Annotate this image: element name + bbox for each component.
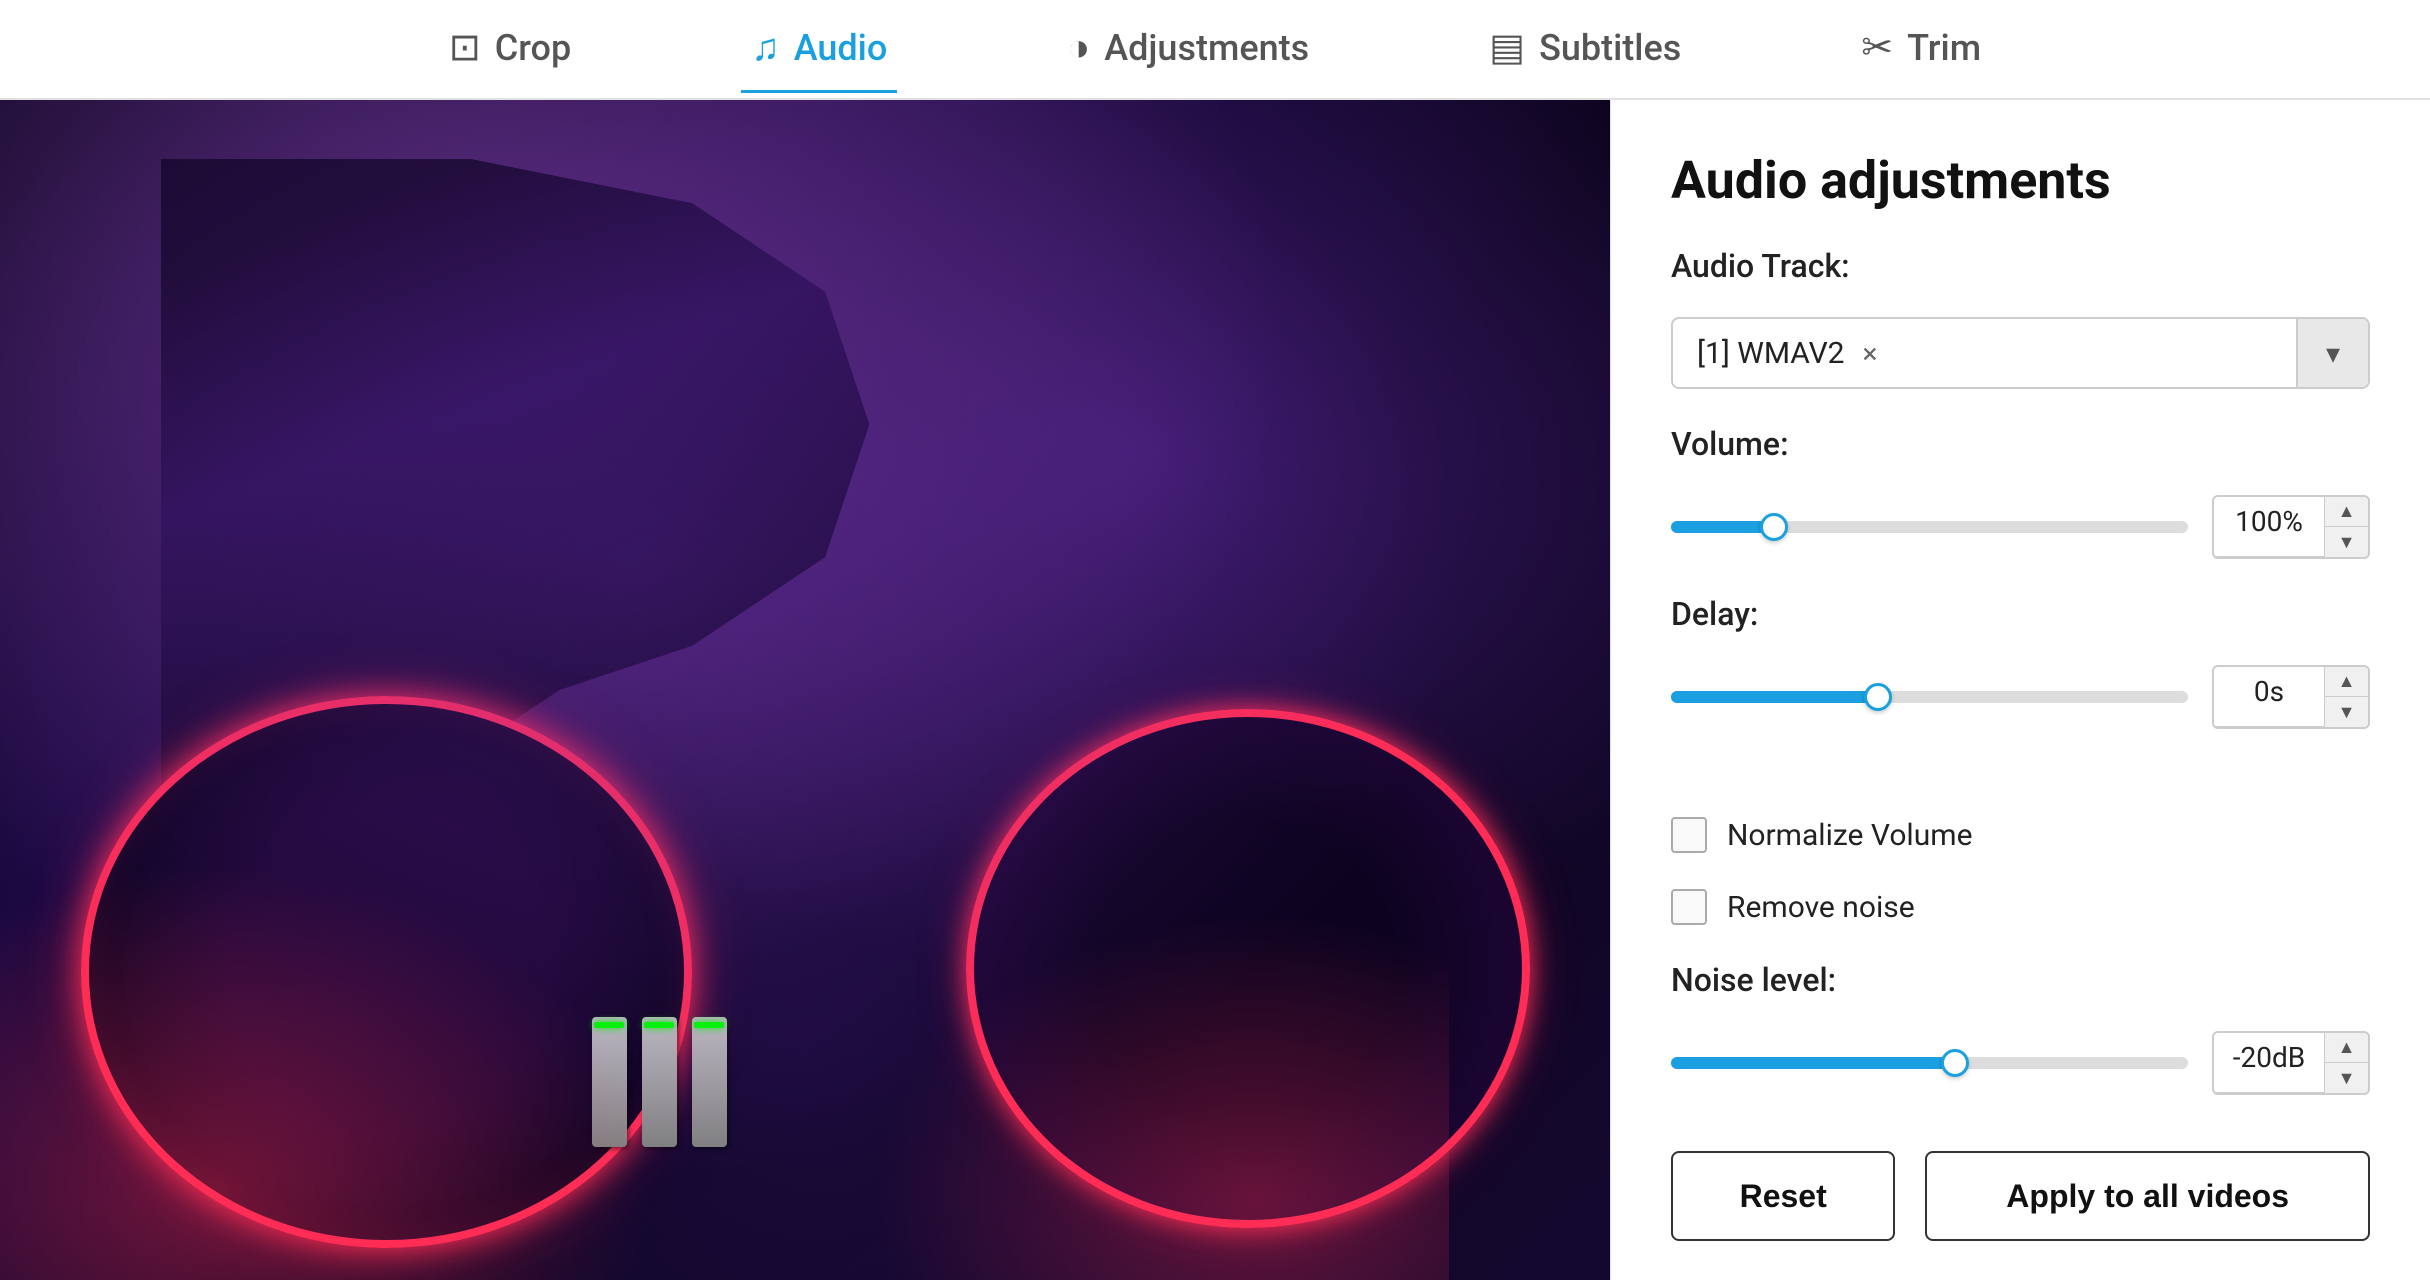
reset-button[interactable]: Reset <box>1671 1151 1895 1241</box>
delay-section: Delay: 0s ▲ ▼ <box>1671 595 2370 729</box>
remove-noise-checkbox[interactable] <box>1671 889 1707 925</box>
turntable-area <box>0 631 1610 1280</box>
mixer-area <box>483 826 1208 1183</box>
delay-thumb <box>1864 683 1892 711</box>
audio-track-section: Audio Track: [1] WMAV2 × ▾ <box>1671 247 2370 389</box>
track-dropdown-button[interactable]: ▾ <box>2296 317 2368 389</box>
video-preview <box>0 100 1610 1280</box>
adjustments-icon: ◑ <box>1067 26 1090 70</box>
remove-noise-row[interactable]: Remove noise <box>1671 889 2370 925</box>
track-close-button[interactable]: × <box>1863 337 1878 370</box>
fader-group <box>592 1017 727 1147</box>
panel-title: Audio adjustments <box>1671 150 2370 211</box>
noise-level-value: -20dB <box>2214 1033 2324 1093</box>
tab-crop-label: Crop <box>495 27 571 69</box>
delay-label: Delay: <box>1671 595 2370 633</box>
noise-level-up-button[interactable]: ▲ <box>2324 1033 2368 1063</box>
noise-level-slider[interactable] <box>1671 1057 2188 1069</box>
delay-fill <box>1671 691 1878 703</box>
fader-3 <box>692 1017 727 1147</box>
trim-icon: ✂ <box>1861 25 1893 70</box>
crop-icon: ⊡ <box>449 25 481 70</box>
tab-trim-label: Trim <box>1907 27 1981 69</box>
tab-audio-label: Audio <box>794 27 888 69</box>
volume-value: 100% <box>2214 497 2324 557</box>
bottom-buttons: Reset Apply to all videos <box>1671 1131 2370 1241</box>
volume-steppers: ▲ ▼ <box>2324 497 2368 557</box>
volume-down-button[interactable]: ▼ <box>2324 527 2368 557</box>
fader-1 <box>592 1017 627 1147</box>
noise-level-steppers: ▲ ▼ <box>2324 1033 2368 1093</box>
subtitles-icon: ▤ <box>1489 25 1525 70</box>
noise-level-label: Noise level: <box>1671 961 2370 999</box>
remove-noise-label: Remove noise <box>1727 890 1915 925</box>
volume-thumb <box>1760 513 1788 541</box>
noise-level-value-stepper: -20dB ▲ ▼ <box>2212 1031 2370 1095</box>
delay-value: 0s <box>2214 667 2324 727</box>
volume-slider-row: 100% ▲ ▼ <box>1671 495 2370 559</box>
delay-value-stepper: 0s ▲ ▼ <box>2212 665 2370 729</box>
delay-slider-row: 0s ▲ ▼ <box>1671 665 2370 729</box>
noise-level-slider-row: -20dB ▲ ▼ <box>1671 1031 2370 1095</box>
right-panel: Audio adjustments Audio Track: [1] WMAV2… <box>1610 100 2430 1280</box>
audio-icon: ♫ <box>751 26 780 70</box>
tab-audio[interactable]: ♫ Audio <box>741 6 897 93</box>
delay-up-button[interactable]: ▲ <box>2324 667 2368 697</box>
volume-section: Volume: 100% ▲ ▼ <box>1671 425 2370 559</box>
tab-adjustments[interactable]: ◑ Adjustments <box>1057 6 1319 93</box>
tab-adjustments-label: Adjustments <box>1104 27 1309 69</box>
track-value: [1] WMAV2 <box>1697 336 1845 371</box>
tab-crop[interactable]: ⊡ Crop <box>439 5 581 93</box>
tab-trim[interactable]: ✂ Trim <box>1851 5 1991 93</box>
volume-label: Volume: <box>1671 425 2370 463</box>
top-nav: ⊡ Crop ♫ Audio ◑ Adjustments ▤ Subtitles… <box>0 0 2430 100</box>
noise-level-fill <box>1671 1057 1955 1069</box>
apply-all-button[interactable]: Apply to all videos <box>1925 1151 2370 1241</box>
noise-level-thumb <box>1941 1049 1969 1077</box>
audio-track-label: Audio Track: <box>1671 247 2370 285</box>
volume-slider[interactable] <box>1671 521 2188 533</box>
volume-value-stepper: 100% ▲ ▼ <box>2212 495 2370 559</box>
volume-up-button[interactable]: ▲ <box>2324 497 2368 527</box>
audio-track-select[interactable]: [1] WMAV2 × ▾ <box>1671 317 2370 389</box>
tab-subtitles-label: Subtitles <box>1539 27 1681 69</box>
dj-scene <box>0 100 1610 1280</box>
normalize-volume-row[interactable]: Normalize Volume <box>1671 817 2370 853</box>
delay-slider[interactable] <box>1671 691 2188 703</box>
app-container: ⊡ Crop ♫ Audio ◑ Adjustments ▤ Subtitles… <box>0 0 2430 1280</box>
volume-fill <box>1671 521 1774 533</box>
delay-steppers: ▲ ▼ <box>2324 667 2368 727</box>
noise-level-down-button[interactable]: ▼ <box>2324 1063 2368 1093</box>
tab-subtitles[interactable]: ▤ Subtitles <box>1479 5 1691 93</box>
normalize-volume-label: Normalize Volume <box>1727 818 1972 853</box>
normalize-volume-checkbox[interactable] <box>1671 817 1707 853</box>
track-tag: [1] WMAV2 × <box>1673 336 2296 371</box>
fader-2 <box>642 1017 677 1147</box>
noise-level-section: Noise level: -20dB ▲ ▼ <box>1671 961 2370 1095</box>
delay-down-button[interactable]: ▼ <box>2324 697 2368 727</box>
main-content: Audio adjustments Audio Track: [1] WMAV2… <box>0 100 2430 1280</box>
